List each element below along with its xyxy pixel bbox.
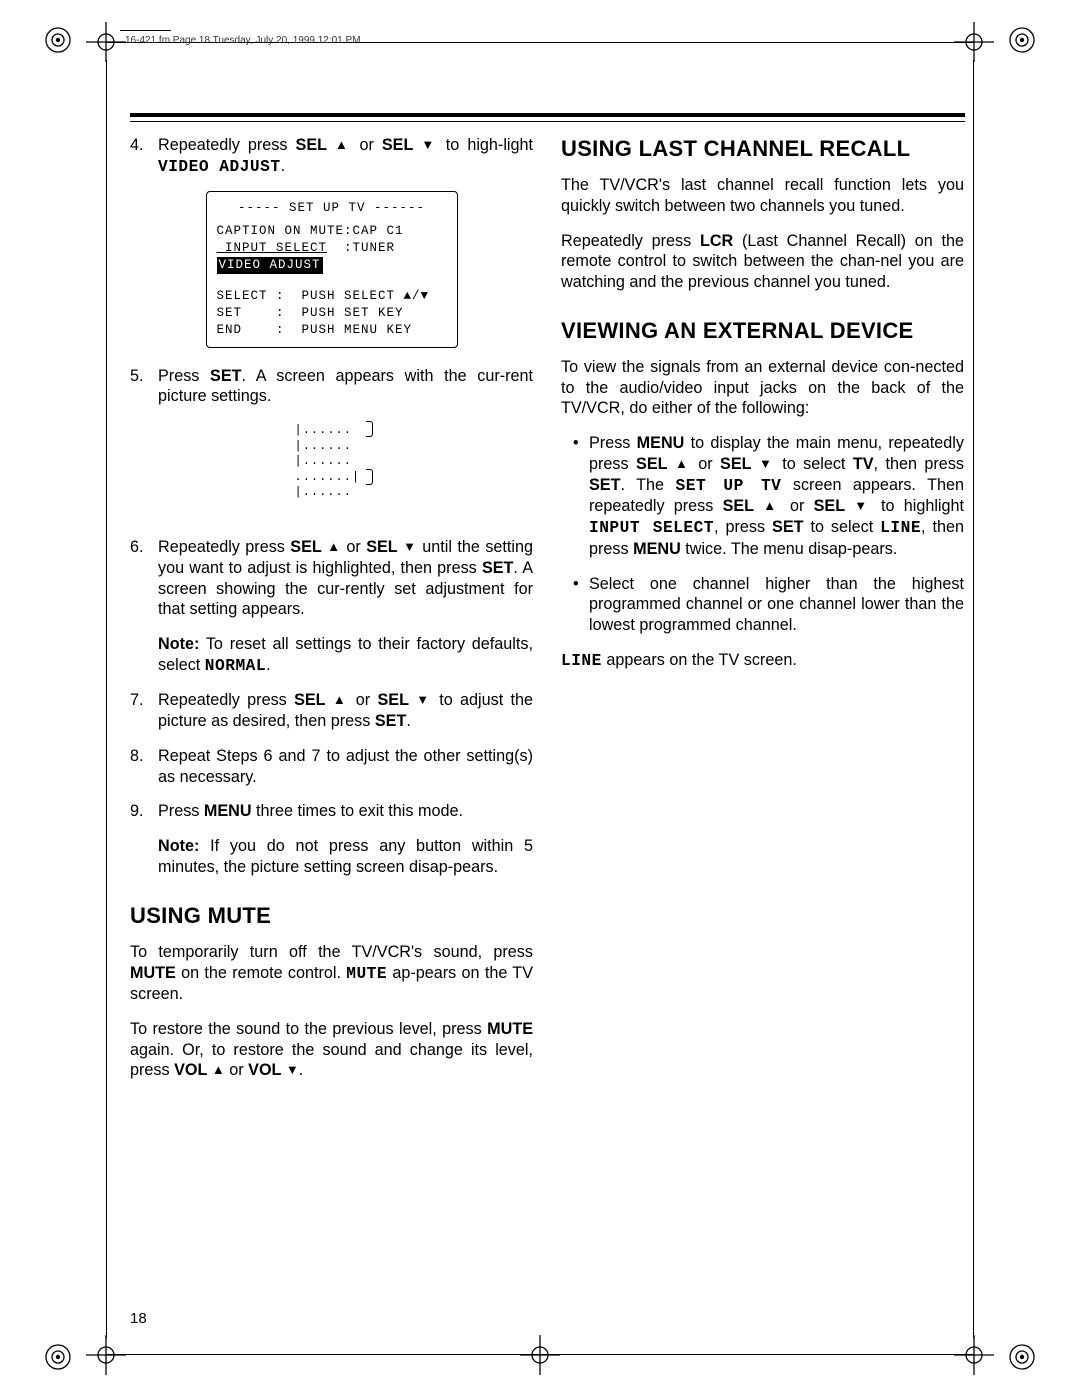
down-triangle-icon: ▼ [416,692,432,707]
top-rule-thin [130,121,965,122]
heading-external-device: VIEWING AN EXTERNAL DEVICE [561,317,964,345]
page-content: 4. Repeatedly press SEL ▲ or SEL ▼ to hi… [130,135,965,1095]
up-triangle-icon: ▲ [675,456,691,471]
up-triangle-icon: ▲ [335,137,351,152]
note-step-6: Note: To reset all settings to their fac… [130,634,533,676]
step-number: 4. [130,135,144,156]
up-triangle-icon: ▲ [327,539,341,554]
slider-figure: |...... |...... |...... .......| |...... [297,421,367,501]
up-triangle-icon: ▲ [763,498,781,513]
osd-screenshot: ----- SET UP TV ------ CAPTION ON MUTE:C… [206,191,458,347]
step-7: 7. Repeatedly press SEL ▲ or SEL ▼ to ad… [130,690,533,731]
note-step-9: Note: If you do not press any button wit… [130,836,533,877]
registration-mark-icon [44,26,72,54]
step-number: 8. [130,746,144,767]
heading-using-mute: USING MUTE [130,902,533,930]
heading-last-channel-recall: USING LAST CHANNEL RECALL [561,135,964,163]
ext-bullet-2: Select one channel higher than the highe… [561,574,964,636]
down-triangle-icon: ▼ [403,539,417,554]
crop-mark-icon [86,1335,126,1375]
step-number: 9. [130,801,144,822]
down-triangle-icon: ▼ [286,1062,299,1077]
down-triangle-icon: ▼ [759,456,775,471]
running-header: 16-421.fm Page 18 Tuesday, July 20, 1999… [125,35,361,46]
step-4: 4. Repeatedly press SEL ▲ or SEL ▼ to hi… [130,135,533,177]
trim-line [106,60,107,1338]
top-rule-thick [130,113,965,117]
lcr-paragraph-1: The TV/VCR's last channel recall functio… [561,175,964,216]
trim-line [106,1354,974,1355]
mute-paragraph-1: To temporarily turn off the TV/VCR's sou… [130,942,533,1005]
right-column: USING LAST CHANNEL RECALL The TV/VCR's l… [561,135,964,1095]
lcr-paragraph-2: Repeatedly press LCR (Last Channel Recal… [561,231,964,293]
step-8: 8. Repeat Steps 6 and 7 to adjust the ot… [130,746,533,787]
down-triangle-icon: ▼ [854,498,872,513]
ext-bullet-1: Press MENU to display the main menu, rep… [561,433,964,559]
step-number: 7. [130,690,144,711]
page-number: 18 [130,1310,147,1327]
step-5: 5. Press SET. A screen appears with the … [130,366,533,407]
crop-mark-icon [954,1335,994,1375]
step-9: 9. Press MENU three times to exit this m… [130,801,533,822]
mute-paragraph-2: To restore the sound to the previous lev… [130,1019,533,1081]
left-column: 4. Repeatedly press SEL ▲ or SEL ▼ to hi… [130,135,533,1095]
crop-mark-icon [520,1335,560,1375]
up-triangle-icon: ▲ [333,692,349,707]
step-number: 5. [130,366,144,387]
step-6: 6. Repeatedly press SEL ▲ or SEL ▼ until… [130,537,533,620]
registration-mark-icon [1008,1343,1036,1371]
osd-highlighted-item: VIDEO ADJUST [217,257,323,274]
osd-title: ----- SET UP TV ------ [217,200,447,217]
ext-intro: To view the signals from an external dev… [561,357,964,419]
registration-mark-icon [44,1343,72,1371]
trim-line [973,60,974,1338]
step-number: 6. [130,537,144,558]
ext-tail: LINE appears on the TV screen. [561,650,964,672]
registration-mark-icon [1008,26,1036,54]
header-rule [120,30,171,31]
down-triangle-icon: ▼ [421,137,437,152]
up-triangle-icon: ▲ [212,1062,225,1077]
